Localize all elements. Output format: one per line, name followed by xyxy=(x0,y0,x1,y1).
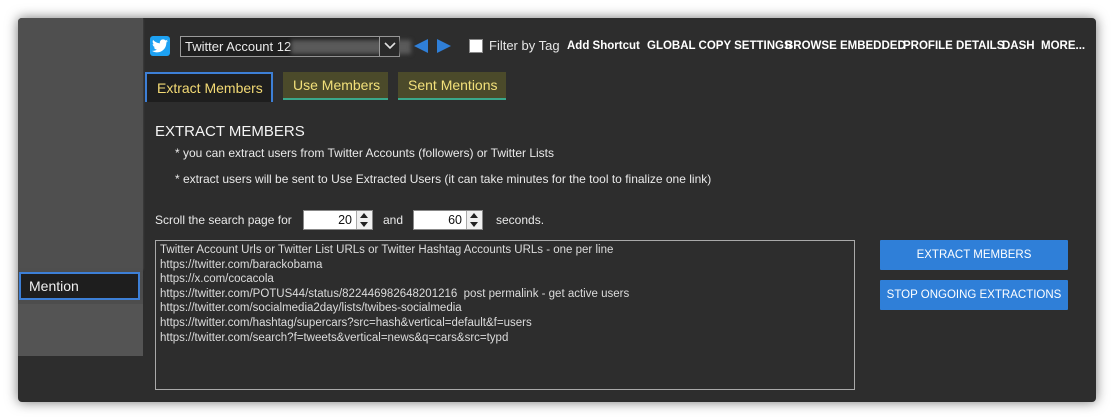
sidebar-blurred-area xyxy=(18,18,143,270)
scroll-max-value: 60 xyxy=(448,213,462,227)
app-window: Mention Twitter Account 12 - Filter by T… xyxy=(18,18,1096,402)
help-note-destination: * extract users will be sent to Use Extr… xyxy=(175,172,712,186)
menu-more[interactable]: MORE... xyxy=(1041,40,1085,52)
page-title: EXTRACT MEMBERS xyxy=(155,123,305,140)
arrow-left-icon[interactable] xyxy=(413,39,429,53)
twitter-icon xyxy=(150,36,170,56)
stop-extractions-button[interactable]: STOP ONGOING EXTRACTIONS xyxy=(880,280,1068,310)
scroll-max-stepper[interactable]: 60 xyxy=(413,210,483,230)
menu-dash[interactable]: DASH xyxy=(1002,40,1035,52)
tab-use-members[interactable]: Use Members xyxy=(283,72,388,100)
menu-add-shortcut[interactable]: Add Shortcut xyxy=(567,40,640,52)
stepper-arrows-icon[interactable] xyxy=(356,211,372,229)
menu-global-copy-settings[interactable]: GLOBAL COPY SETTINGS xyxy=(647,40,792,52)
scroll-label: Scroll the search page for xyxy=(155,213,292,227)
tab-extract-members[interactable]: Extract Members xyxy=(145,72,273,102)
filter-by-tag-checkbox[interactable] xyxy=(469,39,483,53)
and-label: and xyxy=(383,213,404,227)
account-select[interactable]: Twitter Account 12 - xyxy=(180,36,411,57)
sidebar-item-mention[interactable]: Mention xyxy=(19,272,140,300)
scroll-min-stepper[interactable]: 20 xyxy=(303,210,373,230)
top-bar: Twitter Account 12 - Filter by Tag Add S… xyxy=(148,34,1088,58)
stepper-arrows-icon[interactable] xyxy=(466,211,482,229)
urls-textarea[interactable]: Twitter Account Urls or Twitter List URL… xyxy=(155,240,855,390)
account-select-value: Twitter Account 12 - xyxy=(185,39,300,54)
filter-by-tag-label: Filter by Tag xyxy=(489,38,560,53)
seconds-label: seconds. xyxy=(496,213,545,227)
scroll-min-value: 20 xyxy=(338,213,352,227)
chevron-down-icon[interactable] xyxy=(379,37,399,56)
tab-sent-mentions[interactable]: Sent Mentions xyxy=(398,72,506,100)
menu-profile-details[interactable]: PROFILE DETAILS xyxy=(903,40,1004,52)
menu-browse-embedded[interactable]: BROWSE EMBEDDED xyxy=(785,40,906,52)
help-note-sources: * you can extract users from Twitter Acc… xyxy=(175,146,555,160)
arrow-right-icon[interactable] xyxy=(436,39,452,53)
extract-members-button[interactable]: EXTRACT MEMBERS xyxy=(880,240,1068,270)
sidebar: Mention xyxy=(18,18,143,356)
sidebar-blurred-area-lower xyxy=(18,304,143,356)
